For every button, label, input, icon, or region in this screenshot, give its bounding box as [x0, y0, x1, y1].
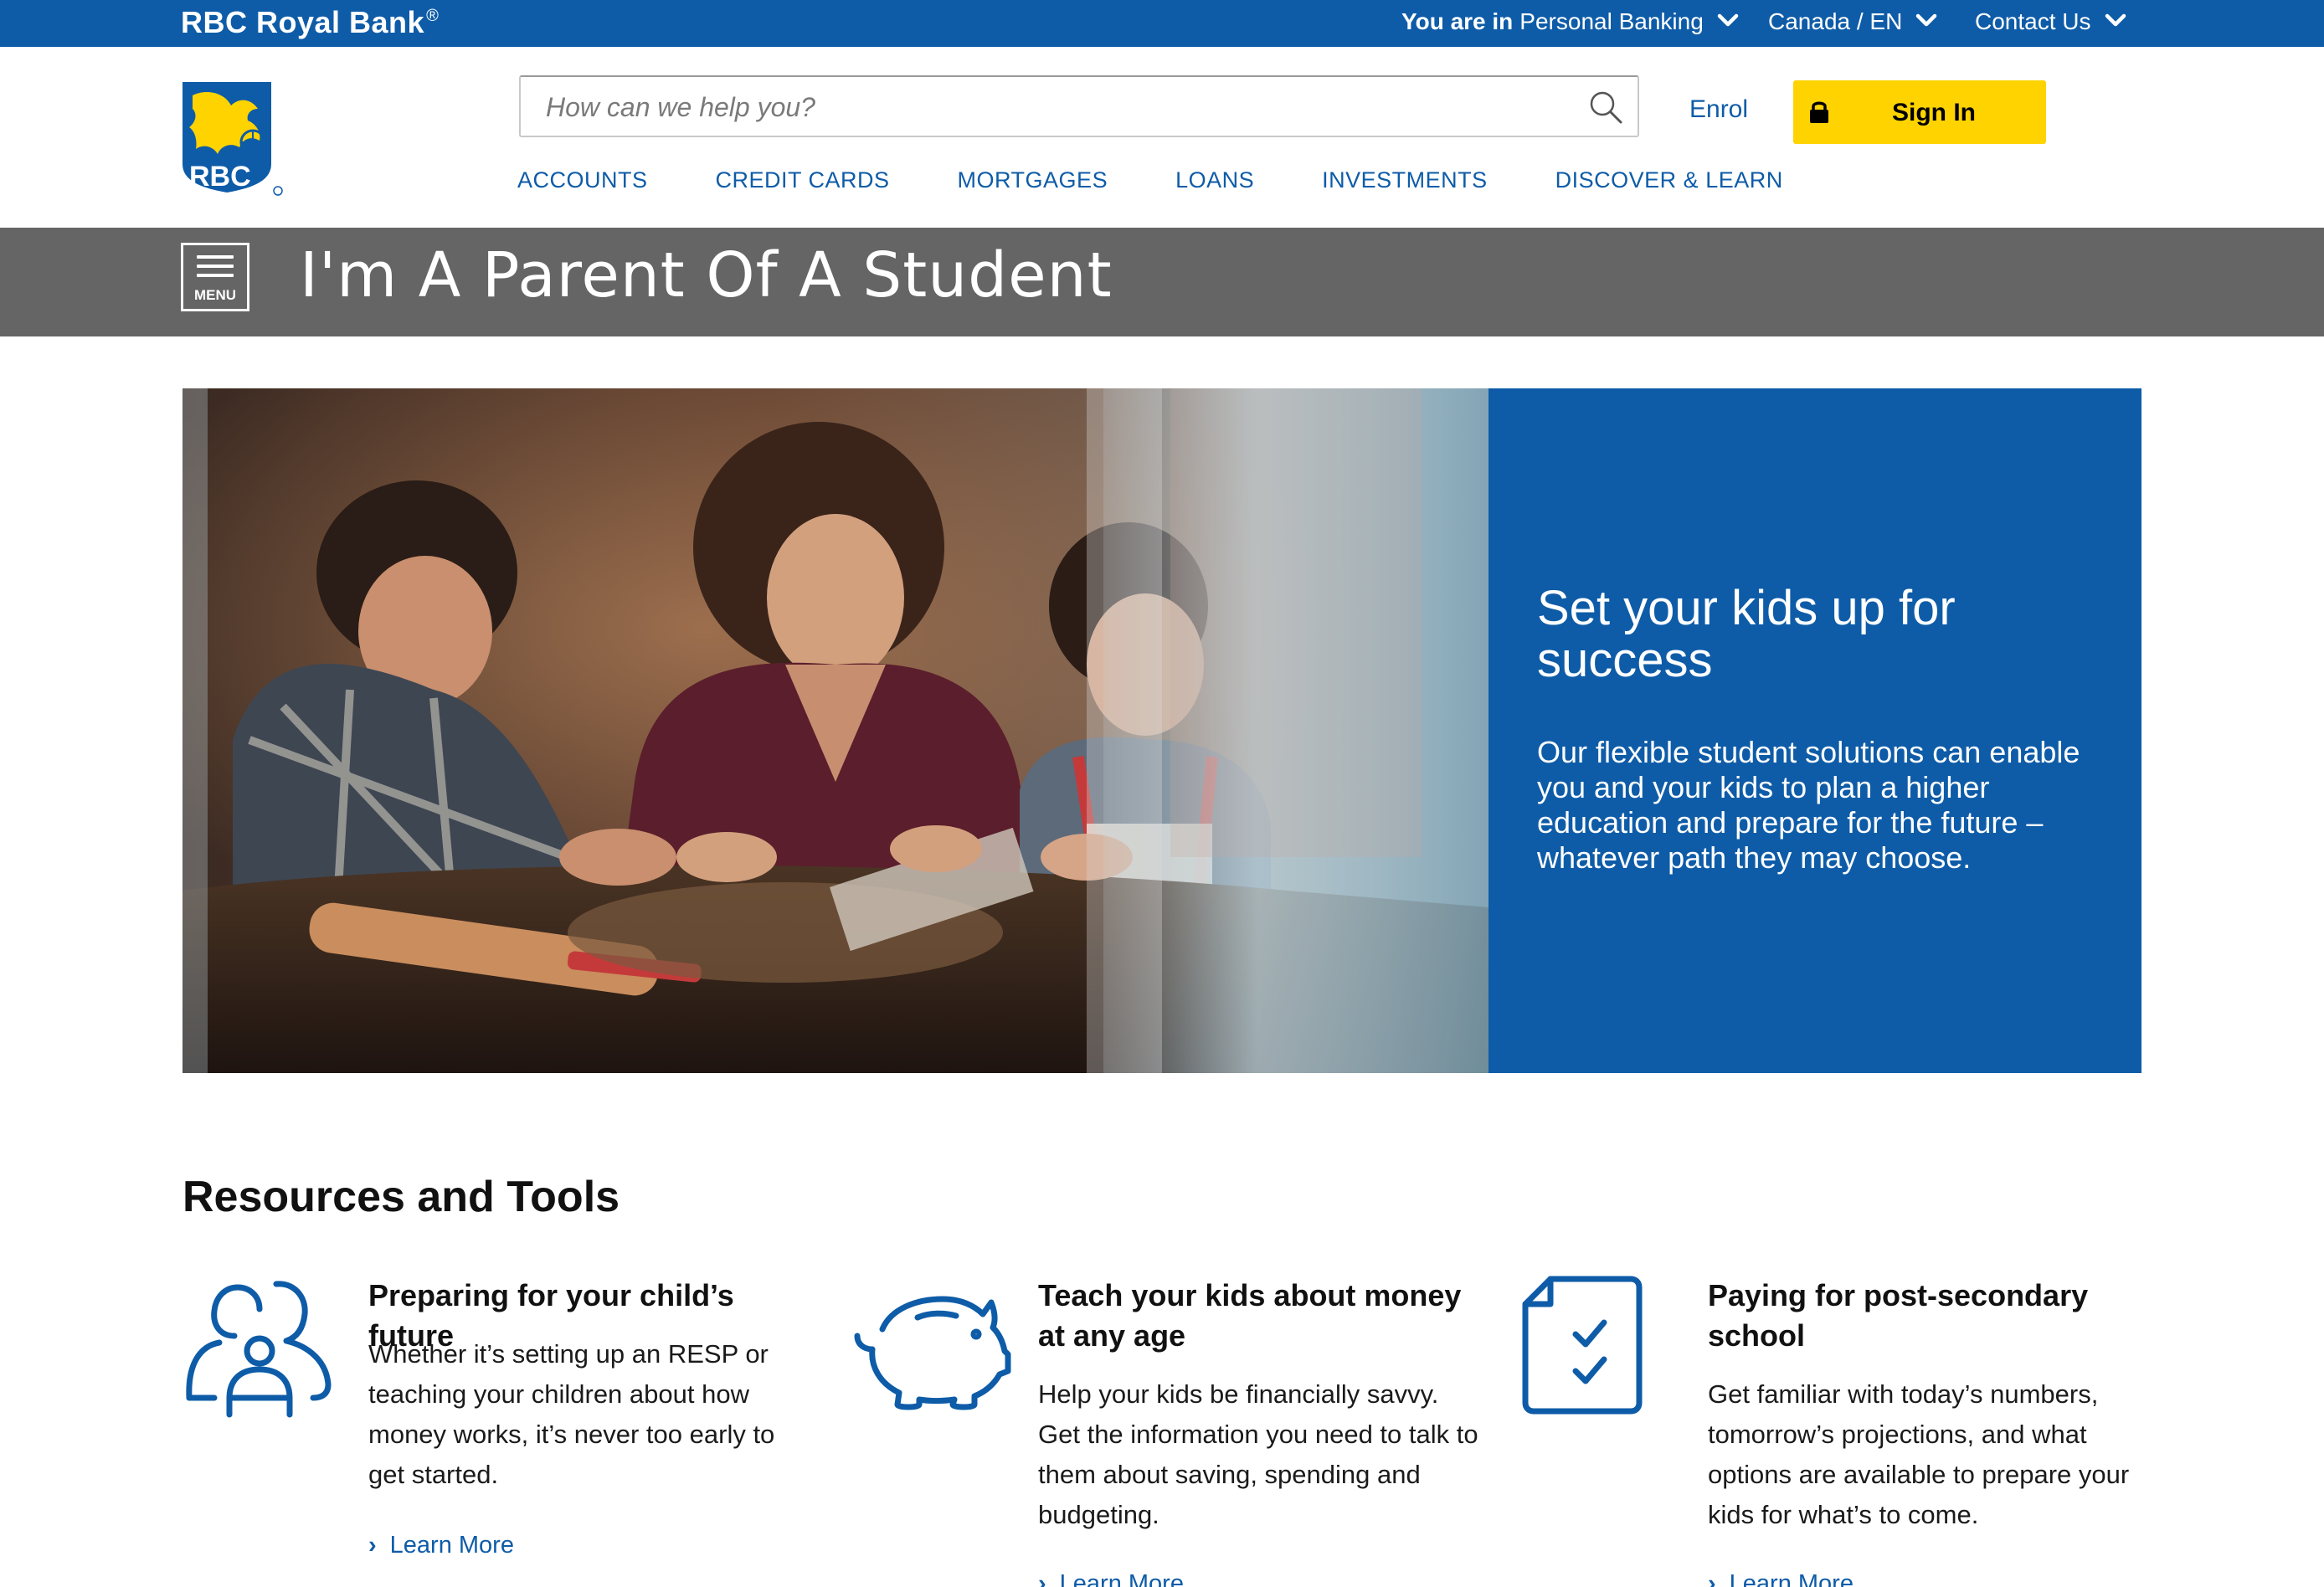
resource-card: Preparing for your child’s future Whethe… [183, 1276, 819, 1587]
search-input[interactable] [546, 89, 1550, 126]
hero-photo [183, 388, 1488, 1073]
resource-card: Teach your kids about money at any age H… [852, 1276, 1488, 1587]
chevron-down-icon [1717, 13, 1739, 27]
country-language-selector[interactable]: Canada / EN [1768, 8, 1937, 35]
card-body: Get familiar with today’s numbers, tomor… [1708, 1379, 2130, 1529]
search-icon[interactable] [1587, 89, 1624, 126]
segment-label: Personal Banking [1519, 8, 1704, 34]
hero-heading: Set your kids up for success [1537, 581, 1956, 687]
nav-credit-cards[interactable]: CREDIT CARDS [716, 167, 890, 193]
resource-card: Paying for post-secondary school Get fam… [1522, 1276, 2158, 1587]
brand-name[interactable]: RBC Royal Bank ® [181, 5, 439, 40]
logo-text: RBC [189, 161, 251, 193]
chevron-right-icon: › [1038, 1570, 1046, 1587]
nav-investments[interactable]: INVESTMENTS [1322, 167, 1488, 193]
chevron-right-icon: › [368, 1532, 377, 1559]
learn-more-link[interactable]: › Learn More [1708, 1570, 1854, 1587]
resources-heading: Resources and Tools [183, 1173, 620, 1221]
nav-loans[interactable]: LOANS [1175, 167, 1254, 193]
contact-us-label: Contact Us [1975, 8, 2091, 34]
enrol-link[interactable]: Enrol [1689, 95, 1748, 124]
nav-mortgages[interactable]: MORTGAGES [958, 167, 1108, 193]
card-body: Whether it’s setting up an RESP or teach… [368, 1339, 775, 1489]
hamburger-icon [197, 255, 234, 280]
contact-us-dropdown[interactable]: Contact Us [1975, 8, 2126, 35]
hero-text-panel: Set your kids up for success Our flexibl… [1488, 388, 2141, 1073]
card-body: Help your kids be financially savvy. Get… [1038, 1379, 1478, 1529]
hero-banner: Set your kids up for success Our flexibl… [183, 388, 2141, 1073]
page-title: I'm A Parent Of A Student [300, 239, 1113, 311]
main-nav: ACCOUNTS CREDIT CARDS MORTGAGES LOANS IN… [517, 167, 1783, 193]
nav-discover-learn[interactable]: DISCOVER & LEARN [1555, 167, 1783, 193]
hero-body: Our flexible student solutions can enabl… [1537, 735, 2080, 875]
chevron-down-icon [2105, 13, 2126, 27]
lock-icon [1810, 101, 1828, 123]
you-are-in-label: You are in [1401, 8, 1514, 34]
family-icon [186, 1281, 332, 1418]
piggy-bank-icon [854, 1296, 1011, 1410]
checklist-icon [1522, 1276, 1643, 1415]
rbc-logo[interactable]: RBC [181, 80, 285, 198]
chevron-right-icon: › [1708, 1570, 1716, 1587]
menu-button[interactable]: MENU [181, 243, 249, 311]
learn-more-link[interactable]: › Learn More [368, 1532, 514, 1559]
segment-selector[interactable]: You are in Personal Banking [1401, 8, 1739, 35]
sign-in-label: Sign In [1892, 99, 1976, 126]
country-language-label: Canada / EN [1768, 8, 1903, 34]
card-title: Teach your kids about money at any age [1038, 1278, 1462, 1353]
nav-accounts[interactable]: ACCOUNTS [517, 167, 648, 193]
card-title: Paying for post-secondary school [1708, 1278, 2089, 1353]
learn-more-link[interactable]: › Learn More [1038, 1570, 1184, 1587]
chevron-down-icon [1916, 13, 1937, 27]
menu-label: MENU [193, 287, 237, 303]
utility-bar: RBC Royal Bank ® You are in Personal Bank… [0, 0, 2324, 47]
sign-in-button[interactable]: Sign In [1793, 80, 2046, 144]
search-box [519, 75, 1639, 137]
